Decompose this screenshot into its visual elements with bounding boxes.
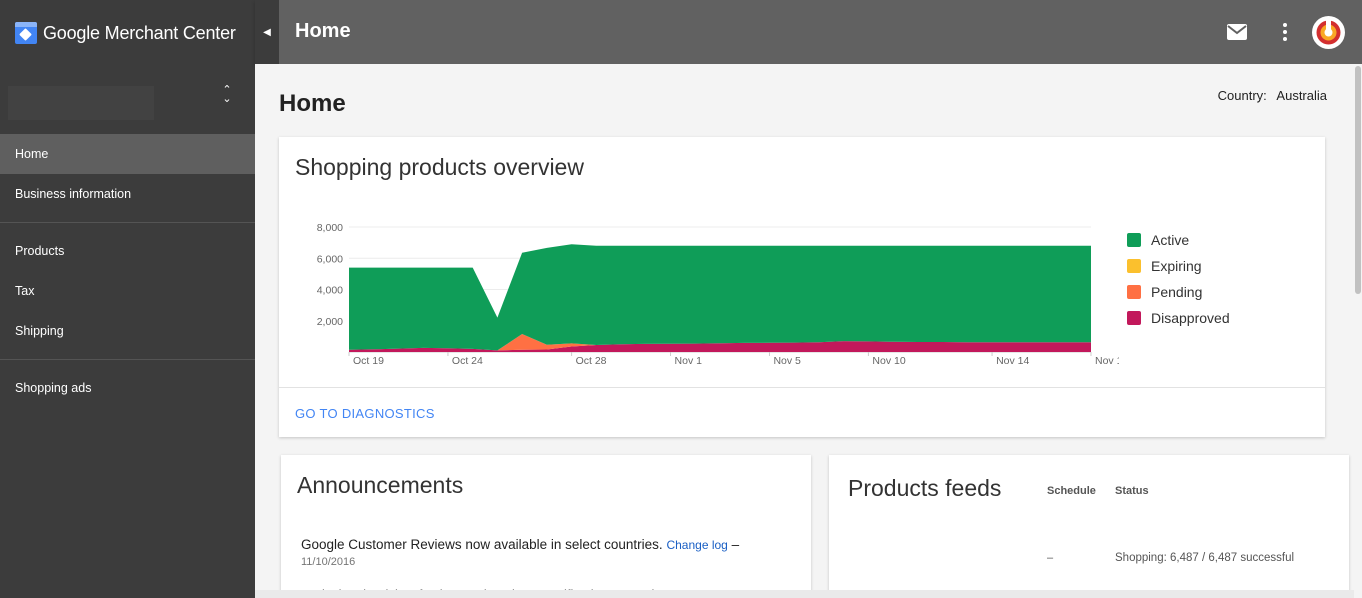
brand[interactable]: Google Merchant Center: [15, 20, 236, 46]
country-label: Country:: [1217, 88, 1267, 103]
header-title: Home: [295, 20, 351, 42]
legend-label: Pending: [1151, 284, 1203, 300]
brand-name: Google Merchant Center: [43, 22, 236, 43]
more-vert-icon[interactable]: [1278, 20, 1292, 44]
change-log-link[interactable]: Change log: [666, 538, 727, 552]
legend-label: Active: [1151, 232, 1190, 248]
collapse-sidebar-button[interactable]: ◀: [255, 0, 279, 64]
y-tick-label: 6,000: [317, 253, 343, 265]
announcements-card: Announcements Google Customer Reviews no…: [281, 455, 811, 598]
x-tick-label: Oct 24: [452, 355, 483, 367]
products-feeds-card: Products feeds Schedule Status – Shoppin…: [829, 455, 1349, 598]
page-title: Home: [279, 90, 346, 117]
sidebar-item-products[interactable]: Products: [0, 231, 255, 271]
column-header-schedule: Schedule: [1047, 485, 1096, 497]
card-title: Products feeds: [848, 475, 1002, 501]
x-tick-label: Nov 1: [675, 355, 703, 367]
merchant-center-logo-icon: [15, 22, 37, 44]
legend-swatch: [1127, 311, 1141, 325]
y-tick-label: 4,000: [317, 285, 343, 297]
unfold-more-icon[interactable]: ⌃ ⌄: [218, 85, 236, 110]
scroll-edge: [255, 590, 1354, 598]
sidebar-divider: [0, 359, 255, 360]
avatar[interactable]: [1312, 16, 1345, 49]
announcement-separator: –: [731, 537, 740, 552]
legend-item-pending[interactable]: Pending: [1127, 279, 1230, 305]
legend-swatch: [1127, 259, 1141, 273]
legend-item-disapproved[interactable]: Disapproved: [1127, 305, 1230, 331]
x-tick-label: Nov 10: [872, 355, 905, 367]
shopping-products-overview-card: Shopping products overview 2,000 4,000 6,0…: [279, 137, 1325, 437]
y-tick-label: 8,000: [317, 222, 343, 234]
legend-item-active[interactable]: Active: [1127, 227, 1230, 253]
sidebar-divider: [0, 222, 255, 223]
y-tick-label: 2,000: [317, 316, 343, 328]
sidebar-item-business-information[interactable]: Business information: [0, 174, 255, 214]
legend-label: Disapproved: [1151, 310, 1230, 326]
feed-schedule-value: –: [1047, 552, 1054, 564]
country-indicator[interactable]: Country: Australia: [1218, 88, 1327, 103]
card-title: Announcements: [297, 472, 464, 498]
sidebar-item-shipping[interactable]: Shipping: [0, 311, 255, 351]
scrollbar-thumb[interactable]: [1355, 66, 1361, 294]
products-status-chart: 2,000 4,000 6,000 8,000 Oct 19 Oct 24 Oct 28 No…: [317, 222, 1119, 367]
mail-icon[interactable]: [1226, 23, 1248, 41]
feed-status-value: Shopping: 6,487 / 6,487 successful: [1115, 552, 1295, 564]
announcement-text: Google Customer Reviews now available in…: [301, 537, 663, 552]
x-tick-label: Nov 18: [1095, 355, 1119, 367]
sidebar-item-tax[interactable]: Tax: [0, 271, 255, 311]
announcement-item: Google Customer Reviews now available in…: [301, 537, 761, 570]
sidebar-item-home[interactable]: Home: [0, 134, 255, 174]
top-bar: Home: [255, 0, 1362, 64]
country-value: Australia: [1276, 88, 1327, 103]
sidebar: Google Merchant Center ⌃ ⌄ Home Business …: [0, 0, 255, 598]
legend-swatch: [1127, 285, 1141, 299]
x-tick-label: Nov 5: [773, 355, 801, 367]
main-content: Home Country: Australia Shopping product…: [255, 64, 1354, 598]
legend-item-expiring[interactable]: Expiring: [1127, 253, 1230, 279]
sidebar-item-shopping-ads[interactable]: Shopping ads: [0, 368, 255, 408]
account-switcher[interactable]: [8, 86, 154, 120]
go-to-diagnostics-link[interactable]: GO TO DIAGNOSTICS: [295, 406, 435, 421]
x-tick-label: Oct 19: [353, 355, 384, 367]
chart-legend: Active Expiring Pending Disapproved: [1127, 227, 1230, 331]
announcement-date: 11/10/2016: [301, 556, 356, 568]
x-tick-label: Oct 28: [576, 355, 607, 367]
column-header-status: Status: [1115, 485, 1149, 497]
x-tick-label: Nov 14: [996, 355, 1029, 367]
series-area-active: [349, 244, 1091, 351]
legend-swatch: [1127, 233, 1141, 247]
legend-label: Expiring: [1151, 258, 1202, 274]
card-title: Shopping products overview: [295, 154, 584, 180]
card-divider: [279, 387, 1325, 388]
